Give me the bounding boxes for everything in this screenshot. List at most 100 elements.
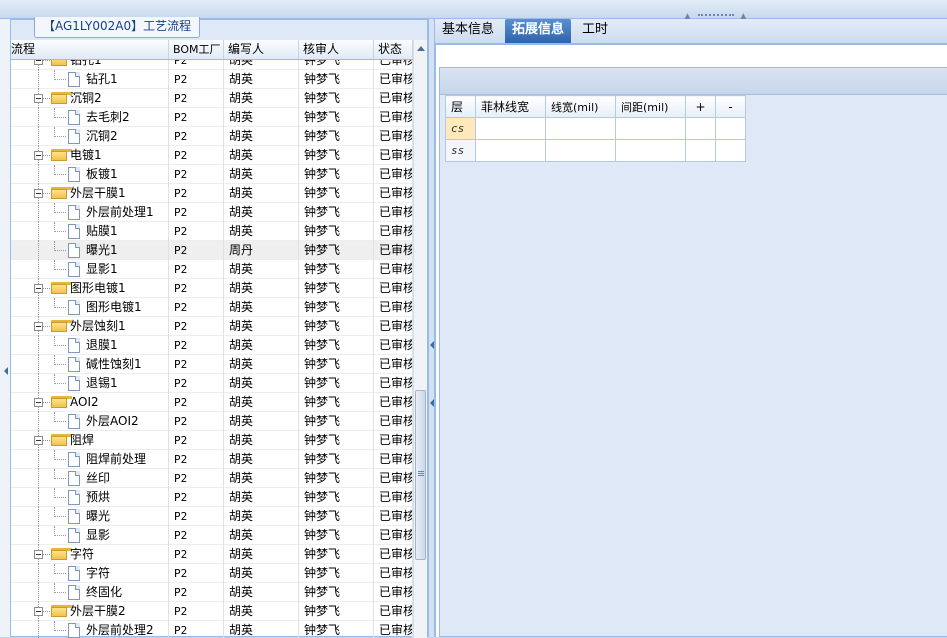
vertical-scrollbar[interactable] <box>413 40 427 638</box>
reviewer-cell: 钟梦飞 <box>299 374 374 393</box>
flow-step-name: 沉铜2 <box>68 89 169 108</box>
tree-leaf-row[interactable]: 外层AOI2 P2 胡英 钟梦飞 已审核 <box>11 412 413 431</box>
collapse-arrow-icon[interactable] <box>430 399 434 407</box>
tree-leaf-row[interactable]: 沉铜2 P2 胡英 钟梦飞 已审核 <box>11 127 413 146</box>
layer-cell[interactable]: ss <box>445 139 476 162</box>
document-icon <box>68 262 80 277</box>
tab-basic-info[interactable]: 基本信息 <box>435 19 501 43</box>
flow-step-name: 外层干膜2 <box>68 602 169 621</box>
col-header-flow[interactable]: 流程 <box>11 40 169 59</box>
collapse-arrow-icon[interactable] <box>430 341 434 349</box>
spacing-cell[interactable] <box>615 117 686 140</box>
bom-factory-cell: P2 <box>169 564 224 583</box>
status-cell: 已审核 <box>374 317 413 336</box>
scroll-up-icon[interactable] <box>417 46 425 51</box>
col-header-writer[interactable]: 编写人 <box>224 40 299 59</box>
tree-leaf-row[interactable]: 终固化 P2 胡英 钟梦飞 已审核 <box>11 583 413 602</box>
tree-leaf-row[interactable]: 曝光 P2 胡英 钟梦飞 已审核 <box>11 507 413 526</box>
col-header-status[interactable]: 状态 <box>374 40 413 59</box>
tree-group-row[interactable]: 阻焊 P2 胡英 钟梦飞 已审核 <box>11 431 413 450</box>
collapse-toggle-icon[interactable] <box>34 436 43 445</box>
document-icon <box>68 623 80 638</box>
status-cell: 已审核 <box>374 450 413 469</box>
col-header-spacing-mil[interactable]: 间距(mil) <box>615 95 686 118</box>
tree-group-row[interactable]: 外层蚀刻1 P2 胡英 钟梦飞 已审核 <box>11 317 413 336</box>
tree-group-row[interactable]: 字符 P2 胡英 钟梦飞 已审核 <box>11 545 413 564</box>
tree-leaf-row[interactable]: 退膜1 P2 胡英 钟梦飞 已审核 <box>11 336 413 355</box>
panel-splitter[interactable] <box>428 19 435 637</box>
writer-cell: 胡英 <box>224 431 299 450</box>
status-cell: 已审核 <box>374 355 413 374</box>
tree-leaf-row[interactable]: 板镀1 P2 胡英 钟梦飞 已审核 <box>11 165 413 184</box>
collapse-toggle-icon[interactable] <box>34 398 43 407</box>
tree-leaf-row[interactable]: 阻焊前处理 P2 胡英 钟梦飞 已审核 <box>11 450 413 469</box>
table-row[interactable]: cs <box>445 117 746 140</box>
tree-leaf-row[interactable]: 图形电镀1 P2 胡英 钟梦飞 已审核 <box>11 298 413 317</box>
tree-leaf-row[interactable]: 显影1 P2 胡英 钟梦飞 已审核 <box>11 260 413 279</box>
col-header-reviewer[interactable]: 核审人 <box>299 40 374 59</box>
line-width-cell[interactable] <box>545 139 616 162</box>
remove-column-button[interactable]: - <box>715 95 746 118</box>
bom-factory-cell: P2 <box>169 507 224 526</box>
line-width-cell[interactable] <box>545 117 616 140</box>
collapse-toggle-icon[interactable] <box>34 60 43 65</box>
tree-leaf-row[interactable]: 显影 P2 胡英 钟梦飞 已审核 <box>11 526 413 545</box>
collapse-left-arrow-icon[interactable] <box>4 367 8 375</box>
spacing-cell[interactable] <box>615 139 686 162</box>
extra-cell[interactable] <box>715 117 746 140</box>
process-flow-tab[interactable]: 【AG1LY002A0】工艺流程 <box>34 17 201 38</box>
extra-cell[interactable] <box>685 117 716 140</box>
tree-group-row[interactable]: 图形电镀1 P2 胡英 钟梦飞 已审核 <box>11 279 413 298</box>
tree-leaf-row[interactable]: 退锡1 P2 胡英 钟梦飞 已审核 <box>11 374 413 393</box>
extra-cell[interactable] <box>715 139 746 162</box>
status-cell: 已审核 <box>374 70 413 89</box>
flow-step-name: 终固化 <box>84 583 169 602</box>
extra-cell[interactable] <box>685 139 716 162</box>
collapse-toggle-icon[interactable] <box>34 151 43 160</box>
tree-group-row[interactable]: 外层干膜2 P2 胡英 钟梦飞 已审核 <box>11 602 413 621</box>
table-row[interactable]: ss <box>445 139 746 162</box>
col-header-line-width-mil[interactable]: 线宽(mil) <box>545 95 616 118</box>
collapse-toggle-icon[interactable] <box>34 94 43 103</box>
add-column-button[interactable]: + <box>685 95 716 118</box>
tab-work-hours[interactable]: 工时 <box>575 19 615 43</box>
tree-leaf-row[interactable]: 外层前处理2 P2 胡英 钟梦飞 已审核 <box>11 621 413 638</box>
grid-header: 流程 BOM工厂 编写人 核审人 状态 <box>11 40 427 60</box>
collapse-toggle-icon[interactable] <box>34 284 43 293</box>
tree-group-row[interactable]: 外层干膜1 P2 胡英 钟梦飞 已审核 <box>11 184 413 203</box>
tree-leaf-row[interactable]: 外层前处理1 P2 胡英 钟梦飞 已审核 <box>11 203 413 222</box>
flow-step-name: 丝印 <box>84 469 169 488</box>
tree-leaf-row[interactable]: 预烘 P2 胡英 钟梦飞 已审核 <box>11 488 413 507</box>
col-header-film-line-width[interactable]: 菲林线宽 <box>475 95 546 118</box>
writer-cell: 胡英 <box>224 355 299 374</box>
tree-leaf-row[interactable]: 丝印 P2 胡英 钟梦飞 已审核 <box>11 469 413 488</box>
tree-group-row[interactable]: 电镀1 P2 胡英 钟梦飞 已审核 <box>11 146 413 165</box>
document-icon <box>68 376 80 391</box>
bom-factory-cell: P2 <box>169 203 224 222</box>
collapse-toggle-icon[interactable] <box>34 550 43 559</box>
tree-leaf-row[interactable]: 字符 P2 胡英 钟梦飞 已审核 <box>11 564 413 583</box>
bom-factory-cell: P2 <box>169 89 224 108</box>
film-line-width-cell[interactable] <box>475 117 546 140</box>
tree-leaf-row[interactable]: 曝光1 P2 周丹 钟梦飞 已审核 <box>11 241 413 260</box>
film-line-width-cell[interactable] <box>475 139 546 162</box>
layer-cell[interactable]: cs <box>445 117 476 140</box>
collapse-toggle-icon[interactable] <box>34 322 43 331</box>
flow-step-name: 贴膜1 <box>84 222 169 241</box>
tab-extended-info[interactable]: 拓展信息 <box>505 19 572 43</box>
tree-leaf-row[interactable]: 碱性蚀刻1 P2 胡英 钟梦飞 已审核 <box>11 355 413 374</box>
tree-group-row[interactable]: 钻孔1 P2 胡英 钟梦飞 已审核 <box>11 60 413 70</box>
document-icon <box>68 471 80 486</box>
collapse-toggle-icon[interactable] <box>34 189 43 198</box>
tree-leaf-row[interactable]: 钻孔1 P2 胡英 钟梦飞 已审核 <box>11 70 413 89</box>
bom-factory-cell: P2 <box>169 260 224 279</box>
tree-leaf-row[interactable]: 贴膜1 P2 胡英 钟梦飞 已审核 <box>11 222 413 241</box>
col-header-layer[interactable]: 层 <box>445 95 476 118</box>
collapse-toggle-icon[interactable] <box>34 607 43 616</box>
writer-cell: 胡英 <box>224 583 299 602</box>
scroll-thumb[interactable] <box>415 390 426 560</box>
tree-leaf-row[interactable]: 去毛刺2 P2 胡英 钟梦飞 已审核 <box>11 108 413 127</box>
tree-group-row[interactable]: AOI2 P2 胡英 钟梦飞 已审核 <box>11 393 413 412</box>
tree-group-row[interactable]: 沉铜2 P2 胡英 钟梦飞 已审核 <box>11 89 413 108</box>
col-header-bom-factory[interactable]: BOM工厂 <box>169 40 224 59</box>
